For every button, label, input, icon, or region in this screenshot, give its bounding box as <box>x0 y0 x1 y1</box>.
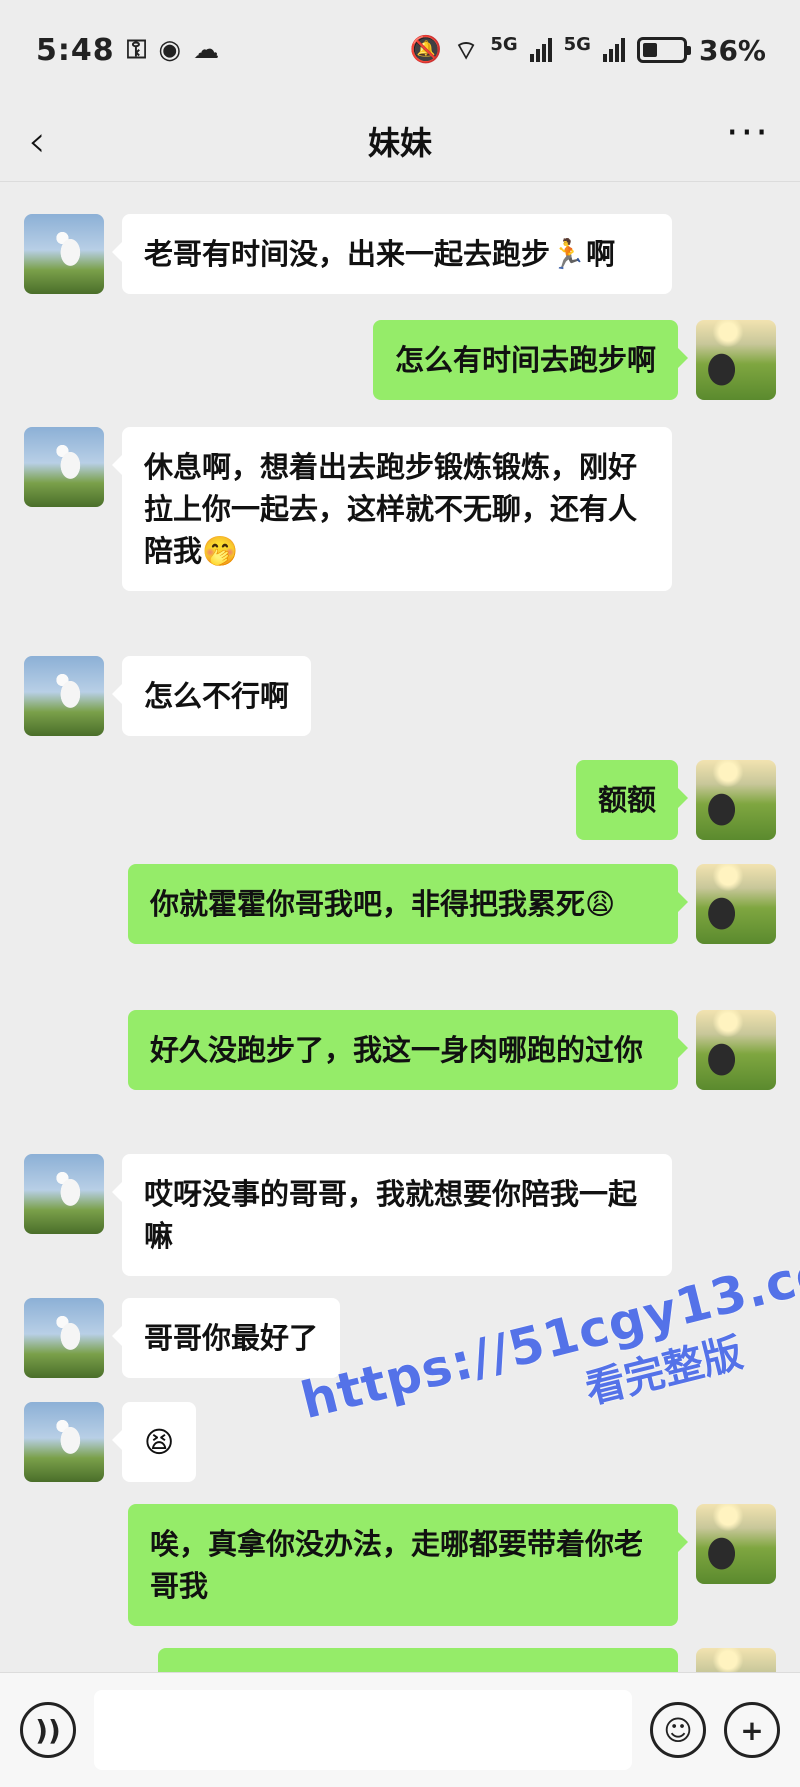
avatar-sister[interactable] <box>24 214 104 294</box>
battery-icon <box>636 37 691 63</box>
chat-list[interactable]: 老哥有时间没，出来一起去跑步🏃啊 怎么有时间去跑步啊 休息啊，想着出去跑步锻炼锻… <box>0 182 800 1672</box>
signal-icon-2 <box>602 38 625 62</box>
message-bubble[interactable]: 老哥有时间没，出来一起去跑步🏃啊 <box>112 214 672 294</box>
message-bubble[interactable]: 你就霍霍你哥我吧，非得把我累死😩 <box>128 864 688 944</box>
signal-icon <box>529 38 552 62</box>
chevron-left-icon[interactable]: ‹ <box>28 116 46 167</box>
avatar-sister[interactable] <box>24 656 104 736</box>
status-time: 5:48 <box>36 32 115 68</box>
message-row: 怎么有时间去跑步啊 <box>372 320 776 400</box>
message-bubble[interactable]: 😫 <box>111 1402 197 1482</box>
message-row: 老哥有时间没，出来一起去跑步🏃啊 <box>24 214 672 294</box>
message-row: 怎么不行啊 <box>24 656 312 736</box>
chat-header: ‹ 妹妹 ··· <box>0 100 800 182</box>
status-bar: 5:48 ⚿ ◉ ☁ 🔕 ⌔ 5G 5G 36% <box>0 0 800 100</box>
message-bubble[interactable]: 怎么有时间去跑步啊 <box>372 320 689 400</box>
network-label-2: 5G <box>563 33 591 55</box>
status-left: 5:48 ⚿ ◉ ☁ <box>36 33 219 68</box>
avatar-sister[interactable] <box>24 427 104 507</box>
message-row: 额额 <box>575 760 776 840</box>
battery-percent: 36% <box>698 33 766 67</box>
message-bubble[interactable]: 唉，真拿你没办法，走哪都要带着你老哥我 <box>128 1504 688 1626</box>
key-icon: ⚿ <box>126 34 147 65</box>
chat-title: 妹妹 <box>367 123 432 162</box>
eye-icon: ◉ <box>158 35 182 65</box>
message-input[interactable] <box>94 1690 632 1770</box>
input-bar: )) ☺ + <box>0 1672 800 1787</box>
status-right: 🔕 ⌔ 5G 5G 36% <box>410 34 766 67</box>
avatar-me[interactable] <box>696 1504 776 1584</box>
wechat-icon: ☁ <box>193 35 220 65</box>
battery-fill <box>642 43 657 57</box>
avatar-me[interactable] <box>696 1648 776 1672</box>
message-row: 休息啊，想着出去跑步锻炼锻炼，刚好拉上你一起去，这样就不无聊，还有人陪我🤭 <box>24 427 672 591</box>
message-row: 哎呀没事的哥哥，我就想要你陪我一起嘛 <box>24 1154 672 1276</box>
avatar-sister[interactable] <box>24 1402 104 1482</box>
message-bubble[interactable]: 哥哥你最好了 <box>111 1298 341 1378</box>
message-bubble[interactable]: 额额 <box>575 760 689 840</box>
message-row: 😫 <box>24 1402 197 1482</box>
voice-icon[interactable]: )) <box>20 1702 76 1758</box>
message-row <box>158 1648 776 1672</box>
message-bubble[interactable]: 好久没跑步了，我这一身肉哪跑的过你 <box>128 1010 688 1090</box>
message-bubble[interactable]: 怎么不行啊 <box>111 656 312 736</box>
message-bubble[interactable]: 休息啊，想着出去跑步锻炼锻炼，刚好拉上你一起去，这样就不无聊，还有人陪我🤭 <box>112 427 672 591</box>
mute-icon: 🔕 <box>409 35 442 65</box>
message-bubble[interactable] <box>158 1648 678 1672</box>
more-dots-icon[interactable]: ··· <box>726 110 770 156</box>
network-label-1: 5G <box>490 33 518 55</box>
avatar-me[interactable] <box>696 760 776 840</box>
emoji-icon[interactable]: ☺ <box>650 1702 706 1758</box>
avatar-sister[interactable] <box>24 1154 104 1234</box>
avatar-me[interactable] <box>696 320 776 400</box>
avatar-me[interactable] <box>696 1010 776 1090</box>
message-row: 你就霍霍你哥我吧，非得把我累死😩 <box>128 864 776 944</box>
message-row: 唉，真拿你没办法，走哪都要带着你老哥我 <box>128 1504 776 1626</box>
message-bubble[interactable]: 哎呀没事的哥哥，我就想要你陪我一起嘛 <box>112 1154 672 1276</box>
message-row: 好久没跑步了，我这一身肉哪跑的过你 <box>128 1010 776 1090</box>
message-row: 哥哥你最好了 <box>24 1298 341 1378</box>
avatar-me[interactable] <box>696 864 776 944</box>
avatar-sister[interactable] <box>24 1298 104 1378</box>
plus-icon[interactable]: + <box>724 1702 780 1758</box>
wifi-icon: ⌔ <box>453 35 479 66</box>
